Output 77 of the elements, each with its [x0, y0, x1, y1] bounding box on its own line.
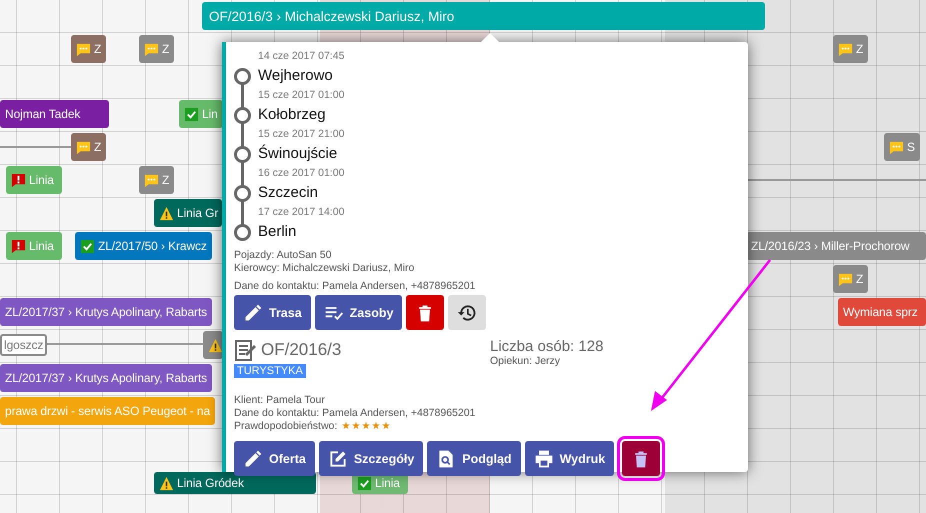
schedule-item[interactable]: ZL/2017/37 › Krutys Apolinary, Rabarts [0, 298, 212, 326]
pencil-icon [243, 448, 263, 468]
warning-icon [159, 476, 174, 490]
schedule-item[interactable]: Z [139, 166, 174, 194]
stop-time: 16 cze 2017 01:00 [258, 166, 346, 181]
stop-time: 15 cze 2017 01:00 [258, 88, 346, 103]
delete-button[interactable] [622, 441, 660, 476]
drivers-text: Kierowcy: Michalczewski Dariusz, Miro [234, 262, 416, 275]
comment-icon [76, 42, 91, 56]
star-icon: ★ [341, 420, 350, 433]
edit-square-icon [328, 448, 348, 468]
schedule-item[interactable]: Z [139, 35, 174, 63]
stop-place: Berlin [258, 222, 298, 242]
schedule-item[interactable]: S [884, 133, 920, 161]
stop-place: Wejherowo [258, 66, 334, 86]
comment-icon [144, 42, 159, 56]
contact-text: Dane do kontaktu: Pamela Andersen, +4878965201 [234, 407, 476, 420]
schedule-item[interactable]: Linia Gródek [154, 472, 316, 494]
check-icon [80, 238, 95, 254]
schedule-item[interactable]: Z [833, 265, 868, 293]
pencil-icon [243, 302, 263, 322]
print-button[interactable]: Wydruk [524, 441, 614, 476]
document-edit-icon [234, 338, 258, 362]
offer-number: OF/2016/3 [261, 340, 342, 360]
schedule-item[interactable]: Z [71, 133, 106, 161]
schedule-item[interactable]: lgoszcz [0, 334, 48, 356]
star-icon: ★ [381, 420, 390, 433]
stop-time: 14 cze 2017 07:45 [258, 49, 346, 64]
printer-icon [534, 448, 554, 468]
schedule-item[interactable]: Z [833, 35, 868, 63]
comment-icon [889, 140, 904, 154]
probability-label: Prawdopodobieństwo: [234, 420, 338, 433]
schedule-item[interactable] [203, 331, 223, 359]
resources-button[interactable]: Zasoby [314, 295, 402, 330]
check-icon [184, 106, 199, 122]
schedule-bar[interactable]: OF/2016/3 › Michalczewski Dariusz, Miro [202, 2, 765, 30]
alert-icon [11, 172, 26, 188]
guardian-text: Opiekun: Jerzy [490, 355, 562, 367]
stop-place: Świnoujście [258, 144, 338, 164]
preview-button[interactable]: Podgląd [427, 441, 521, 476]
category-tag: TURYSTYKA [234, 364, 306, 378]
schedule-item[interactable]: Lin [179, 100, 223, 128]
schedule-item[interactable]: ZL/2017/37 › Krutys Apolinary, Rabarts [0, 364, 212, 392]
details-button[interactable]: Szczegóły [318, 441, 424, 476]
comment-icon [838, 272, 853, 286]
vehicles-text: Pojazdy: AutoSan 50 [234, 249, 332, 262]
schedule-item[interactable]: Nojman Tadek [0, 100, 109, 128]
client-text: Klient: Pamela Tour [234, 394, 326, 407]
schedule-item[interactable]: Wymiana sprz [838, 298, 926, 326]
star-icon: ★ [351, 420, 360, 433]
schedule-item[interactable]: Linia [6, 166, 62, 194]
schedule-item[interactable]: Z [71, 35, 106, 63]
check-icon [357, 476, 372, 490]
history-button[interactable] [448, 295, 486, 330]
schedule-item[interactable]: Linia [6, 232, 62, 260]
delete-button[interactable] [406, 295, 444, 330]
alert-icon [11, 238, 26, 254]
warning-icon [159, 206, 174, 220]
comment-icon [76, 140, 91, 154]
comment-icon [838, 42, 853, 56]
stop-time: 17 cze 2017 14:00 [258, 205, 346, 220]
history-icon [457, 302, 478, 322]
stop-place: Kołobrzeg [258, 104, 327, 124]
warning-icon [208, 338, 223, 352]
schedule-item[interactable]: Linia Gr [154, 199, 222, 227]
star-icon: ★ [371, 420, 380, 433]
schedule-item[interactable]: ZL/2016/23 › Miller-Prochorow [746, 232, 926, 260]
stop-place: Szczecin [258, 182, 320, 202]
edit-button[interactable]: Oferta [234, 441, 315, 476]
people-count: Liczba osób: 128 [490, 338, 604, 355]
schedule-item[interactable]: ZL/2017/50 › Krawcz [75, 232, 212, 260]
connector-line [0, 146, 71, 148]
contact-text: Dane do kontaktu: Pamela Andersen, +4878965201 [234, 280, 476, 293]
edit-button[interactable]: Trasa [234, 295, 311, 330]
star-icon: ★ [361, 420, 370, 433]
stop-time: 15 cze 2017 21:00 [258, 127, 346, 142]
comment-icon [144, 172, 159, 188]
